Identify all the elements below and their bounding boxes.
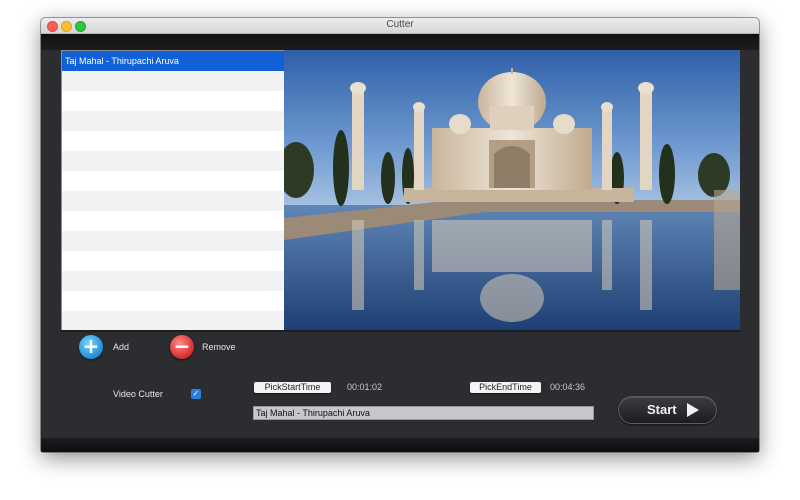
playlist-item[interactable]: Taj Mahal - Thirupachi Aruva xyxy=(62,51,284,71)
playlist-empty-row xyxy=(62,211,284,231)
add-button[interactable]: + xyxy=(79,335,103,359)
remove-label[interactable]: Remove xyxy=(202,342,236,352)
playlist-empty-row xyxy=(62,111,284,131)
playlist-empty-row xyxy=(62,191,284,211)
playlist[interactable]: Taj Mahal - Thirupachi Aruva xyxy=(61,50,285,332)
remove-button[interactable]: − xyxy=(170,335,194,359)
pick-end-time-button[interactable]: PickEndTime xyxy=(470,382,541,393)
playlist-empty-row xyxy=(62,291,284,311)
title-bar: Cutter xyxy=(41,18,759,34)
playlist-empty-row xyxy=(62,271,284,291)
top-strip xyxy=(41,34,759,50)
playlist-empty-row xyxy=(62,151,284,171)
video-preview xyxy=(284,50,740,330)
plus-icon: + xyxy=(82,334,100,358)
window-title: Cutter xyxy=(386,19,414,30)
playlist-empty-row xyxy=(62,251,284,271)
pick-start-time-button[interactable]: PickStartTime xyxy=(254,382,331,393)
bottom-strip xyxy=(41,438,759,452)
minus-icon: − xyxy=(173,334,191,358)
start-button[interactable]: Start xyxy=(618,396,717,424)
playlist-empty-row xyxy=(62,231,284,251)
add-label[interactable]: Add xyxy=(113,342,129,352)
end-time-value: 00:04:36 xyxy=(550,382,586,392)
video-cutter-checkbox[interactable]: ✓ xyxy=(191,389,201,399)
taj-mahal-preview-image xyxy=(284,50,740,330)
checkmark-icon: ✓ xyxy=(192,389,200,398)
playlist-empty-row xyxy=(62,311,284,331)
playlist-empty-row xyxy=(62,71,284,91)
panel-divider xyxy=(61,330,740,332)
playlist-empty-row xyxy=(62,131,284,151)
playlist-empty-row xyxy=(62,171,284,191)
video-cutter-label: Video Cutter xyxy=(113,389,163,399)
start-label: Start xyxy=(647,402,677,417)
output-filename-field[interactable]: Taj Mahal - Thirupachi Aruva xyxy=(253,406,594,420)
app-window: Cutter Taj Mahal - Thirupachi Aruva + Ad… xyxy=(41,18,759,452)
playlist-empty-row xyxy=(62,91,284,111)
play-icon xyxy=(687,403,699,417)
start-time-value: 00:01:02 xyxy=(347,382,383,392)
